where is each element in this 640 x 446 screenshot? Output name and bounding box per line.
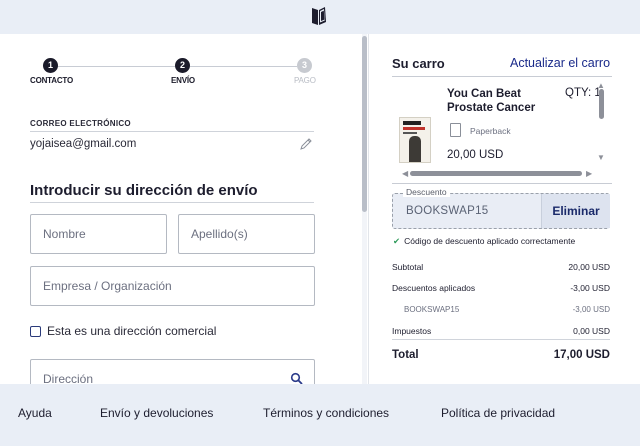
stepper-line bbox=[190, 66, 297, 67]
scroll-right-icon[interactable]: ▶ bbox=[586, 169, 592, 178]
cart-horizontal-scrollbar[interactable]: ◀ ▶ bbox=[402, 169, 592, 178]
last-name-field[interactable] bbox=[178, 214, 315, 254]
step-1-dot[interactable]: 1 bbox=[43, 58, 58, 73]
cart-item-price: 20,00 USD bbox=[447, 149, 504, 161]
checkout-panel: 1 CONTACTO 2 ENVÍO 3 PAGO CORREO ELECTRÓ… bbox=[0, 34, 640, 384]
remove-discount-button[interactable]: Eliminar bbox=[541, 194, 610, 228]
step-3-label: PAGO bbox=[294, 76, 316, 85]
subtotal-value: 20,00 USD bbox=[568, 262, 610, 272]
subtotal-row: Subtotal 20,00 USD bbox=[392, 262, 610, 272]
cart-item-title[interactable]: You Can Beat Prostate Cancer bbox=[447, 87, 547, 115]
step-2-label: ENVÍO bbox=[171, 76, 195, 85]
discount-label: Descuento bbox=[403, 187, 450, 197]
summary-divider bbox=[392, 339, 610, 340]
divider bbox=[30, 131, 314, 132]
step-1-label[interactable]: CONTACTO bbox=[30, 76, 73, 85]
business-address-label[interactable]: Esta es una dirección comercial bbox=[47, 324, 216, 338]
column-divider bbox=[368, 34, 369, 384]
check-icon: ✔ bbox=[393, 236, 401, 246]
footer-link-help[interactable]: Ayuda bbox=[18, 406, 52, 420]
checkout-form: 1 CONTACTO 2 ENVÍO 3 PAGO CORREO ELECTRÓ… bbox=[0, 34, 360, 384]
subtotal-label: Subtotal bbox=[392, 262, 424, 272]
stepper-line bbox=[50, 66, 175, 67]
cart-vertical-scrollbar[interactable]: ▲ ▼ bbox=[597, 81, 607, 171]
discount-success-message: ✔ Código de descuento aplicado correctame… bbox=[393, 236, 575, 247]
cart-item-qty: QTY: 1 bbox=[565, 87, 601, 99]
divider bbox=[30, 202, 314, 203]
cart-items: You Can Beat Prostate Cancer QTY: 1 Pape… bbox=[392, 76, 612, 184]
company-field[interactable] bbox=[30, 266, 315, 306]
discount-code[interactable]: BOOKSWAP15 bbox=[406, 205, 488, 217]
taxes-row: Impuestos 0,00 USD bbox=[392, 326, 610, 336]
book-cover-image bbox=[399, 117, 431, 163]
first-name-input[interactable] bbox=[31, 215, 166, 253]
book-format-icon bbox=[450, 123, 461, 137]
taxes-label: Impuestos bbox=[392, 326, 432, 336]
top-bar bbox=[0, 0, 640, 34]
total-row: Total 17,00 USD bbox=[392, 349, 610, 361]
book-logo-icon[interactable] bbox=[309, 5, 329, 27]
address-field[interactable] bbox=[30, 359, 315, 384]
cart-title: Su carro bbox=[392, 56, 445, 71]
page-scrollbar-thumb[interactable] bbox=[362, 36, 367, 212]
first-name-field[interactable] bbox=[30, 214, 167, 254]
discounts-row: Descuentos aplicados -3,00 USD bbox=[392, 283, 610, 293]
step-3-dot: 3 bbox=[297, 58, 312, 73]
scroll-left-icon[interactable]: ◀ bbox=[402, 169, 408, 178]
shipping-title: Introducir su dirección de envío bbox=[30, 182, 258, 199]
footer: Ayuda Envío y devoluciones Términos y co… bbox=[0, 384, 640, 446]
cart-item-format: Paperback bbox=[470, 126, 511, 136]
last-name-input[interactable] bbox=[179, 215, 314, 253]
total-value: 17,00 USD bbox=[553, 349, 610, 361]
email-label: CORREO ELECTRÓNICO bbox=[30, 119, 131, 128]
taxes-value: 0,00 USD bbox=[573, 326, 610, 336]
discount-code-row: BOOKSWAP15 -3,00 USD bbox=[392, 305, 610, 314]
horizontal-scroll-thumb[interactable] bbox=[410, 171, 582, 176]
step-2-dot: 2 bbox=[175, 58, 190, 73]
business-address-checkbox[interactable] bbox=[30, 326, 41, 337]
address-input[interactable] bbox=[31, 360, 314, 384]
discount-code-label: BOOKSWAP15 bbox=[404, 305, 460, 314]
scroll-down-icon[interactable]: ▼ bbox=[597, 153, 605, 162]
search-icon[interactable] bbox=[290, 372, 303, 384]
discounts-value: -3,00 USD bbox=[570, 283, 610, 293]
footer-link-shipping-returns[interactable]: Envío y devoluciones bbox=[100, 406, 213, 420]
discount-field[interactable]: Descuento BOOKSWAP15 Eliminar bbox=[392, 187, 610, 229]
discount-code-value: -3,00 USD bbox=[572, 305, 610, 314]
footer-link-privacy[interactable]: Política de privacidad bbox=[441, 406, 555, 420]
discounts-label: Descuentos aplicados bbox=[392, 283, 476, 293]
pencil-icon[interactable] bbox=[299, 137, 313, 151]
email-value: yojaisea@gmail.com bbox=[30, 138, 137, 150]
total-label: Total bbox=[392, 349, 419, 361]
success-text: Código de descuento aplicado correctamen… bbox=[404, 236, 576, 246]
footer-link-terms[interactable]: Términos y condiciones bbox=[263, 406, 389, 420]
update-cart-link[interactable]: Actualizar el carro bbox=[510, 56, 610, 70]
vertical-scroll-thumb[interactable] bbox=[599, 89, 604, 119]
company-input[interactable] bbox=[31, 267, 314, 305]
